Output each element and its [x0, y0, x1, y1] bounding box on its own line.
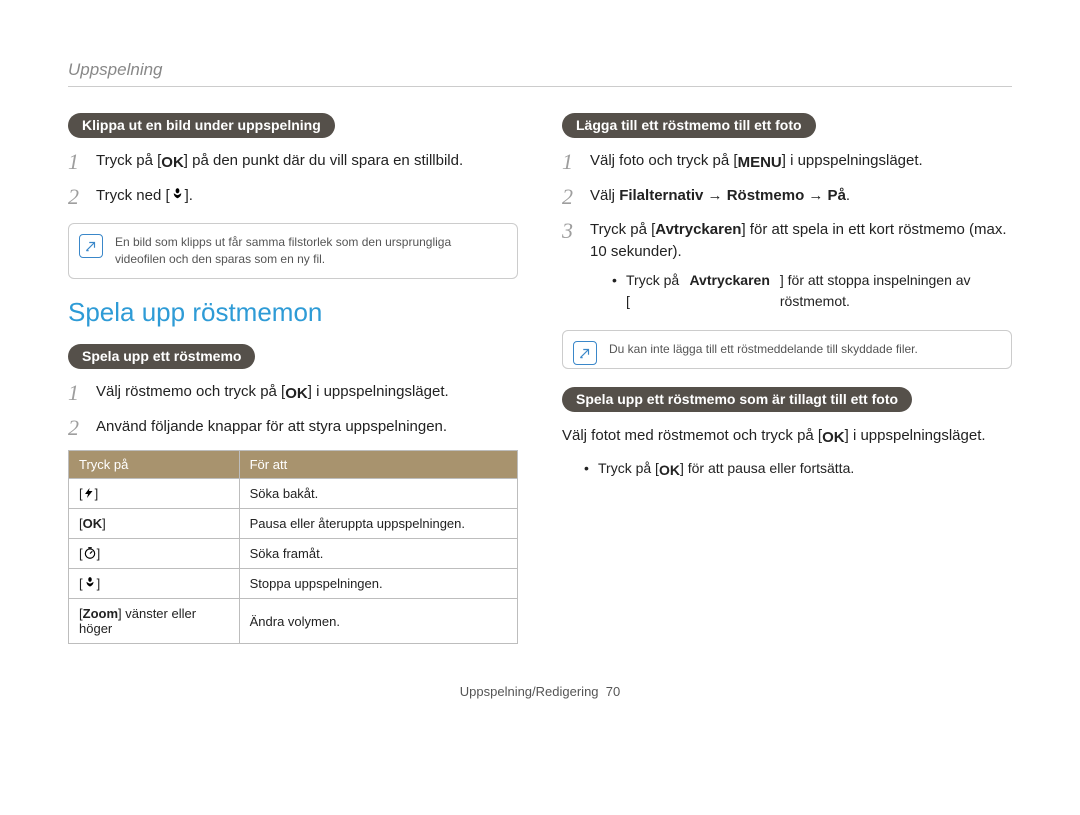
note-protected-files: Du kan inte lägga till ett röstmeddeland… [562, 330, 1012, 369]
step-text: Välj röstmemo och tryck på [ [96, 383, 285, 400]
macro-icon [170, 187, 185, 202]
paragraph-play-attached: Välj fotot med röstmemot och tryck på [O… [562, 424, 1012, 450]
step-text: ] på den punkt där du vill spara en stil… [184, 152, 463, 169]
step-number: 3 [562, 219, 580, 316]
note-text: Du kan inte lägga till ett röstmeddeland… [609, 342, 918, 356]
table-row: [OK] Pausa eller återuppta uppspelningen… [69, 509, 518, 539]
steps-play-voice-memo: 1 Välj röstmemo och tryck på [OK] i upps… [68, 381, 518, 440]
footer-page-number: 70 [606, 684, 620, 699]
note-icon [573, 341, 597, 365]
note-clip-image: En bild som klipps ut får samma filstorl… [68, 223, 518, 280]
table-row: [] Söka framåt. [69, 539, 518, 569]
step-text: ] i uppspelningsläget. [782, 152, 923, 169]
para-text: ] i uppspelningsläget. [845, 427, 986, 444]
note-icon [79, 234, 103, 258]
bullet-text: Tryck på [ [598, 460, 659, 476]
ok-icon: OK [161, 152, 184, 175]
shutter-label: Avtryckaren [689, 270, 769, 312]
note-text: En bild som klipps ut får samma filstorl… [115, 235, 451, 266]
table-header: För att [239, 451, 517, 479]
pill-add-voice-memo: Lägga till ett röstmemo till ett foto [562, 113, 816, 138]
bullet-pause-continue: Tryck på [OK] för att pausa eller fortsä… [584, 458, 1012, 481]
table-row: [] Stoppa uppspelningen. [69, 569, 518, 599]
pill-play-voice-memo: Spela upp ett röstmemo [68, 344, 255, 369]
step-bold-chain: Filalternativ → Röstmemo → På [619, 187, 846, 204]
ok-icon: OK [822, 426, 845, 450]
para-text: Välj fotot med röstmemot och tryck på [ [562, 427, 822, 444]
step-text: Välj [590, 187, 619, 204]
footer-label: Uppspelning/Redigering [460, 684, 599, 699]
table-header: Tryck på [69, 451, 240, 479]
step-text: Välj foto och tryck på [ [590, 152, 738, 169]
zoom-label: Zoom [83, 606, 118, 621]
table-cell: Pausa eller återuppta uppspelningen. [239, 509, 517, 539]
step-text: ]. [185, 187, 193, 204]
ok-icon: OK [659, 460, 680, 481]
table-cell: Söka framåt. [239, 539, 517, 569]
bullet-text: ] för att stoppa inspelningen av röstmem… [780, 270, 1012, 312]
table-cell: Stoppa uppspelningen. [239, 569, 517, 599]
section-title-voice-memo: Spela upp röstmemon [68, 297, 518, 328]
timer-icon [83, 546, 97, 560]
controls-table: Tryck på För att [] Söka bakåt. [OK] Pau… [68, 450, 518, 644]
step-number: 1 [68, 150, 86, 175]
ok-icon: OK [83, 516, 103, 531]
step-text: Tryck på [ [590, 221, 655, 238]
steps-add-voice-memo: 1 Välj foto och tryck på [MENU] i uppspe… [562, 150, 1012, 316]
breadcrumb: Uppspelning [68, 60, 1012, 87]
page-footer: Uppspelning/Redigering 70 [68, 684, 1012, 699]
bullet-text: ] för att pausa eller fortsätta. [680, 460, 854, 476]
bullet-text: Tryck på [ [626, 270, 679, 312]
step-text: Använd följande knappar för att styra up… [96, 416, 518, 440]
table-cell: Söka bakåt. [239, 479, 517, 509]
table-row: [] Söka bakåt. [69, 479, 518, 509]
macro-icon [83, 576, 97, 590]
step-text: Tryck på [ [96, 152, 161, 169]
flash-icon [83, 486, 95, 500]
step-number: 1 [562, 150, 580, 175]
step-text: ] i uppspelningsläget. [308, 383, 449, 400]
ok-icon: OK [285, 383, 308, 406]
step-number: 2 [68, 416, 86, 440]
left-column: Klippa ut en bild under uppspelning 1 Tr… [68, 113, 518, 644]
pill-clip-image: Klippa ut en bild under uppspelning [68, 113, 335, 138]
pill-play-attached-memo: Spela upp ett röstmemo som är tillagt ti… [562, 387, 912, 412]
step-text: Tryck ned [ [96, 187, 170, 204]
table-cell: Ändra volymen. [239, 599, 517, 644]
step-text: . [846, 187, 850, 204]
menu-icon: MENU [738, 152, 782, 175]
step-number: 1 [68, 381, 86, 406]
table-row: [Zoom] vänster eller höger Ändra volymen… [69, 599, 518, 644]
shutter-label: Avtryckaren [655, 221, 741, 238]
step-number: 2 [562, 185, 580, 209]
sub-bullet: Tryck på [Avtryckaren ] för att stoppa in… [612, 270, 1012, 312]
steps-clip-image: 1 Tryck på [OK] på den punkt där du vill… [68, 150, 518, 209]
right-column: Lägga till ett röstmemo till ett foto 1 … [562, 113, 1012, 644]
step-number: 2 [68, 185, 86, 209]
